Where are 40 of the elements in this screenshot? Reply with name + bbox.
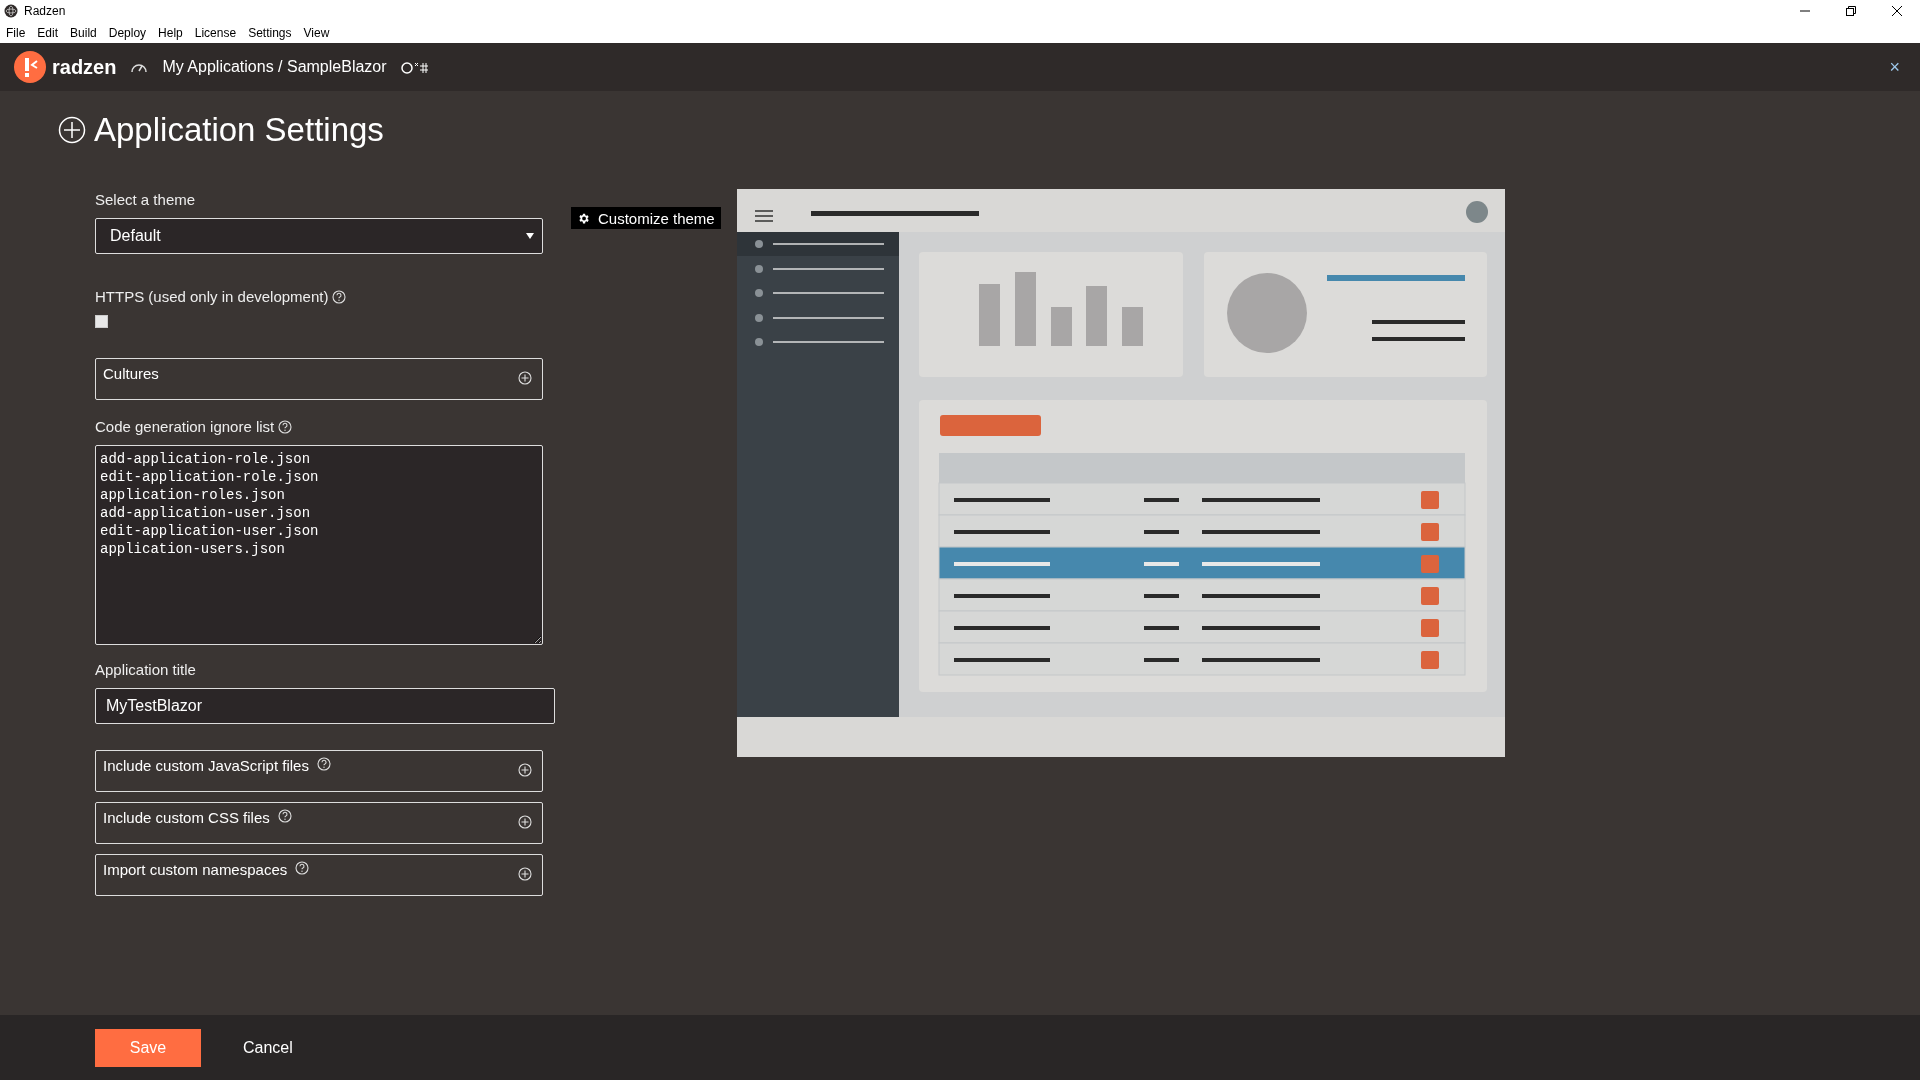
menu-item[interactable]: File	[6, 25, 26, 40]
menu-item[interactable]: View	[303, 25, 330, 40]
close-button[interactable]: ×	[1883, 56, 1906, 78]
breadcrumb: My Applications / SampleBlazor	[162, 58, 387, 76]
caret-icon	[526, 233, 534, 239]
logo-text: radzen	[52, 55, 117, 79]
menu-item[interactable]: Settings	[248, 25, 292, 40]
panel-title: Include custom JavaScript files	[103, 757, 309, 774]
help-icon	[332, 289, 347, 304]
add-icon[interactable]	[518, 371, 532, 385]
window-title: Radzen	[24, 4, 67, 18]
panel-title: Include custom CSS files	[103, 809, 270, 826]
app-icon	[4, 4, 18, 18]
menu-item[interactable]: Help	[158, 25, 183, 40]
field-label: HTTPS (used only in development)	[95, 288, 329, 305]
page-title: Application Settings	[94, 111, 384, 149]
add-icon[interactable]	[518, 815, 532, 829]
add-icon[interactable]	[518, 867, 532, 881]
restore-icon[interactable]	[1846, 6, 1856, 16]
theme-dropdown[interactable]: Default	[95, 218, 543, 254]
panel-title: Import custom namespaces	[103, 861, 288, 878]
help-icon	[278, 419, 293, 434]
ignore-list-field[interactable]: add-application-role.json edit-application-role.json application-roles.json add-application-user.json edit-application-user.json application-users.json	[95, 445, 543, 645]
menu-item[interactable]: Deploy	[108, 25, 147, 40]
add-icon	[58, 116, 86, 144]
field-label: Select a theme	[95, 191, 196, 208]
menu-item[interactable]: Edit	[37, 25, 59, 40]
close-icon[interactable]	[1892, 6, 1902, 16]
customize-theme-button[interactable]: Customize theme	[571, 207, 721, 229]
field-label: Application title	[95, 661, 196, 678]
application-title-field[interactable]: MyTestBlazor	[95, 688, 555, 724]
panel-title: Cultures	[103, 365, 160, 382]
menu-item[interactable]: Build	[70, 25, 97, 40]
https-checkbox[interactable]	[95, 315, 108, 328]
cancel-button[interactable]: Cancel	[237, 1037, 299, 1058]
menu-item[interactable]: License	[194, 25, 237, 40]
add-icon[interactable]	[518, 763, 532, 777]
field-label: Code generation ignore list	[95, 418, 275, 435]
settings-icon	[577, 211, 590, 225]
logo-icon	[14, 51, 46, 83]
